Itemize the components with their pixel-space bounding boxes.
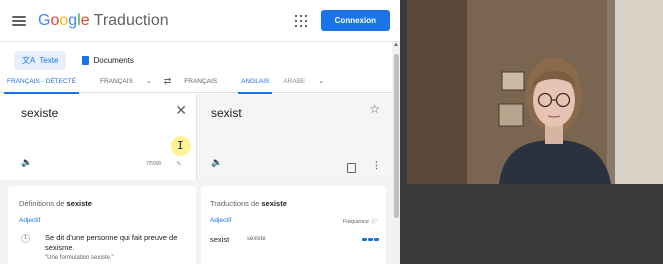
scrollbar[interactable]: ▲ [392, 42, 400, 264]
target-lang-arabic[interactable]: ARABE [276, 70, 312, 93]
source-lang-french[interactable]: FRANÇAIS [93, 70, 140, 93]
translations-card: Traductions de sexiste Adjectif Fréquenc… [201, 186, 386, 264]
help-icon[interactable]: ⓘ [370, 219, 376, 225]
frequency-label[interactable]: Fréquence ⓘ [343, 217, 376, 225]
source-lang-detected[interactable]: FRANÇAIS - DÉTECTÉ [0, 70, 83, 94]
definitions-part-of-speech: Adjectif [19, 217, 41, 224]
translate-icon: 文A [22, 55, 36, 65]
tab-text[interactable]: 文A Texte [14, 50, 67, 70]
text-cursor-icon: I [177, 139, 184, 152]
translations-title: Traductions de sexiste [210, 199, 287, 208]
translations-term: sexiste [261, 199, 287, 208]
webcam-image [407, 0, 663, 184]
definition-number: 1 [21, 234, 30, 243]
translation-word[interactable]: sexist [210, 235, 229, 244]
webcam-feed [407, 0, 663, 184]
target-lang-chevron-down-icon[interactable]: ⌄ [318, 77, 324, 85]
google-translate-logo[interactable]: Google Traduction [38, 12, 169, 30]
target-text: sexist [211, 106, 242, 120]
swap-icon[interactable]: ⇄ [164, 76, 172, 87]
close-icon[interactable]: ✕ [175, 102, 187, 119]
back-translation: sexiste [247, 236, 266, 242]
hamburger-menu-icon[interactable] [12, 15, 26, 26]
scroll-thumb[interactable] [393, 54, 399, 218]
speaker-icon[interactable]: 🔈 [21, 157, 32, 168]
google-apps-icon[interactable] [294, 14, 307, 27]
translations-title-prefix: Traductions de [210, 199, 262, 208]
document-icon [82, 55, 90, 65]
app-header: Google Traduction Connexion [0, 0, 400, 42]
tab-documents-label: Documents [93, 55, 134, 65]
language-bar: FRANÇAIS - DÉTECTÉ FRANÇAIS ⌄ ⇄ FRANÇAIS… [0, 70, 392, 94]
definitions-card: Définitions de sexiste Adjectif 1 Se dit… [8, 186, 196, 264]
tab-text-label: Texte [39, 55, 59, 65]
google-translate-window: Google Traduction Connexion 文A Texte Docu… [0, 0, 400, 264]
star-icon[interactable]: ☆ [369, 102, 380, 116]
empty-area [400, 184, 663, 264]
frequency-bar [374, 238, 379, 241]
definitions-title-prefix: Définitions de [19, 199, 67, 208]
source-lang-chevron-down-icon[interactable]: ⌄ [146, 77, 152, 85]
frequency-bars [362, 238, 379, 241]
target-lang-english[interactable]: ANGLAIS [234, 70, 276, 94]
source-panel[interactable]: sexiste ✕ I 🔈 7/5000 ✎ [0, 94, 197, 180]
copy-icon[interactable] [347, 163, 356, 173]
more-options-icon[interactable]: ⋮ [372, 160, 381, 171]
logo-letter: e [80, 11, 90, 29]
translations-part-of-speech: Adjectif [210, 217, 232, 224]
tab-documents[interactable]: Documents [74, 52, 141, 69]
frequency-label-text: Fréquence [342, 219, 369, 225]
screen: Google Traduction Connexion 文A Texte Docu… [0, 0, 663, 264]
product-name: Traduction [93, 11, 169, 29]
scroll-up-arrow-icon[interactable]: ▲ [393, 42, 399, 48]
target-speaker-icon[interactable]: 🔈 [211, 157, 222, 168]
signin-button[interactable]: Connexion [320, 10, 390, 31]
pencil-icon[interactable]: ✎ [176, 160, 182, 168]
char-count: 7/5000 [146, 161, 162, 167]
logo-letter: g [68, 11, 78, 29]
frequency-bar [362, 238, 367, 241]
definition-example: "Une formulation sexiste." [45, 255, 114, 261]
frequency-bar [368, 238, 373, 241]
definitions-term: sexiste [66, 199, 92, 208]
logo-letter: G [38, 11, 51, 29]
details-section: Définitions de sexiste Adjectif 1 Se dit… [0, 180, 392, 264]
translation-panels: sexiste ✕ I 🔈 7/5000 ✎ sexist ☆ 🔈 [0, 94, 392, 180]
source-text[interactable]: sexiste [21, 106, 58, 120]
target-panel: sexist ☆ 🔈 [197, 94, 392, 180]
definition-text: Se dit d'une personne qui fait preuve de… [45, 233, 178, 252]
target-lang-french[interactable]: FRANÇAIS [177, 70, 224, 93]
logo-letter: o [59, 11, 69, 29]
definitions-title: Définitions de sexiste [19, 199, 92, 208]
